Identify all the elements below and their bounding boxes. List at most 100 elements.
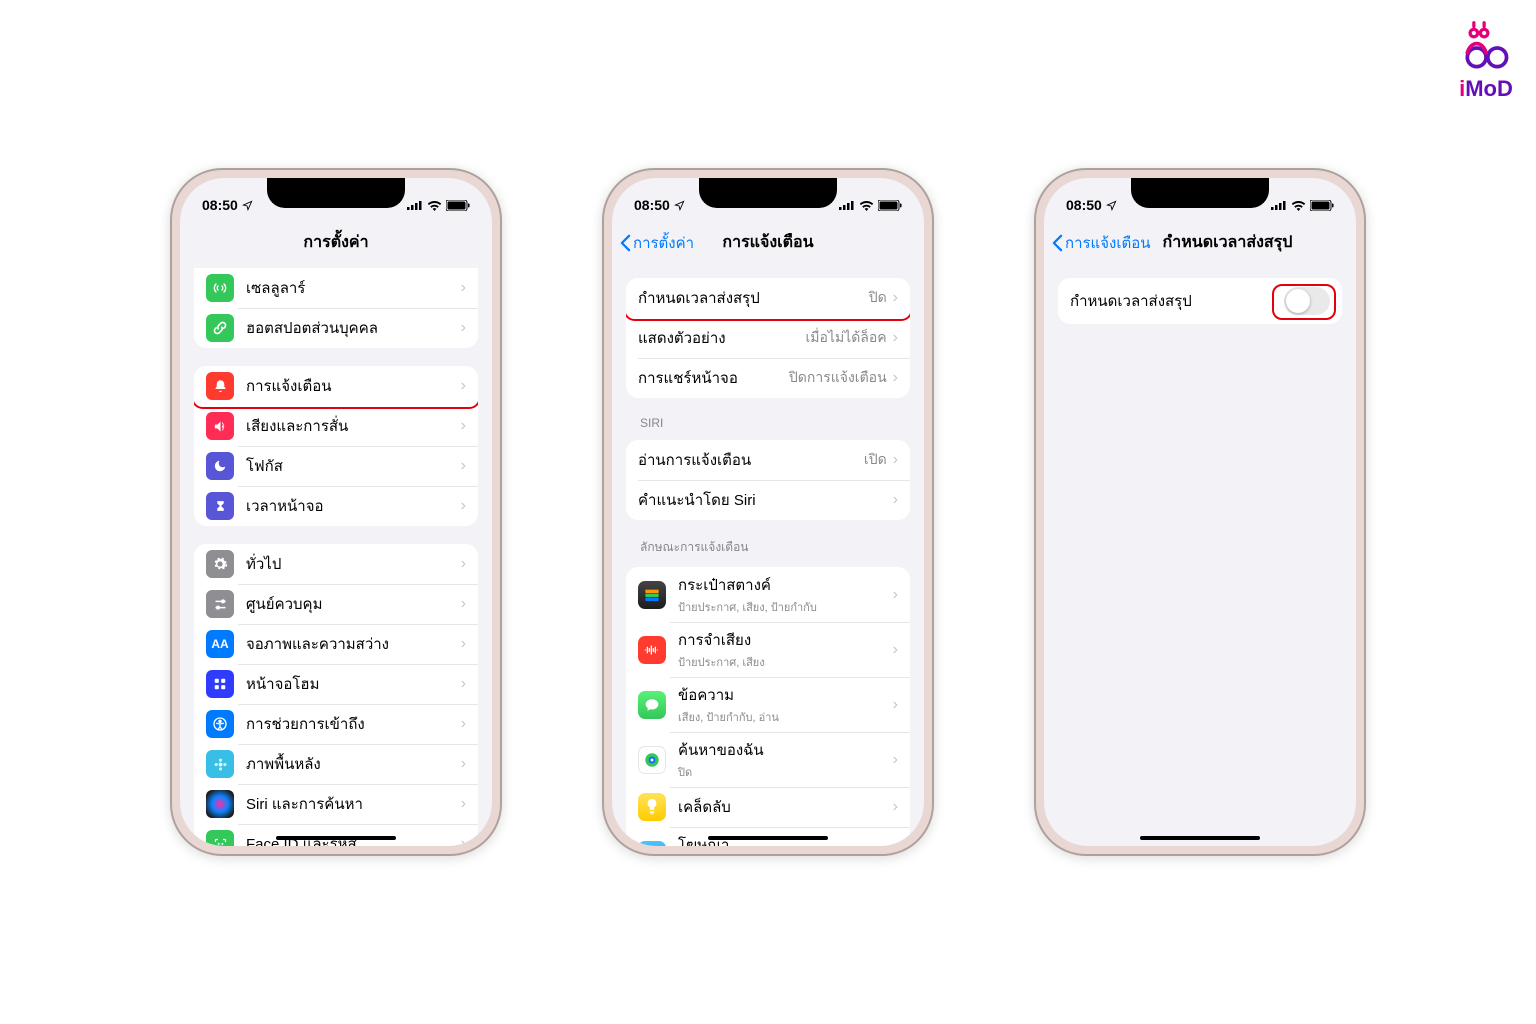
row-general[interactable]: ทั่วไป ›	[194, 544, 478, 584]
chevron-right-icon: ›	[893, 451, 898, 469]
status-right	[1271, 200, 1334, 211]
section-header-style: ลักษณะการแจ้งเตือน	[640, 538, 896, 557]
row-app-voice[interactable]: การจำเสียงป้ายประกาศ, เสียง ›	[626, 622, 910, 677]
chevron-right-icon: ›	[893, 329, 898, 347]
row-notifications[interactable]: การแจ้งเตือน ›	[194, 366, 478, 406]
row-focus[interactable]: โฟกัส ›	[194, 446, 478, 486]
settings-list[interactable]: เซลลูลาร์ › ฮอตสปอตส่วนบุคคล › การแจ้งเต…	[180, 264, 492, 846]
row-label: กำหนดเวลาส่งสรุป	[638, 286, 869, 310]
chevron-right-icon: ›	[461, 319, 466, 337]
row-hotspot[interactable]: ฮอตสปอตส่วนบุคคล ›	[194, 308, 478, 348]
row-label: จอภาพและความสว่าง	[246, 632, 461, 656]
row-label: ฮอตสปอตส่วนบุคคล	[246, 316, 461, 340]
moon-icon	[206, 452, 234, 480]
row-show-preview[interactable]: แสดงตัวอย่าง เมื่อไม่ได้ล็อค ›	[626, 318, 910, 358]
status-time: 08:50	[202, 197, 238, 213]
row-app-findmy[interactable]: ค้นหาของฉันปิด ›	[626, 732, 910, 787]
row-summary-toggle[interactable]: กำหนดเวลาส่งสรุป	[1058, 278, 1342, 324]
location-icon	[1106, 200, 1117, 211]
row-label: เซลลูลาร์	[246, 276, 461, 300]
chevron-right-icon: ›	[893, 369, 898, 387]
row-label: โฟกัส	[246, 454, 461, 478]
wifi-icon	[427, 200, 442, 211]
flower-icon	[206, 750, 234, 778]
row-label: เสียงและการสั่น	[246, 414, 461, 438]
siri-icon	[206, 790, 234, 818]
back-button[interactable]: การตั้งค่า	[620, 231, 694, 255]
row-label: กระเป๋าสตางค์ป้ายประกาศ, เสียง, ป้ายกำกั…	[678, 573, 893, 616]
row-screen-share[interactable]: การแชร์หน้าจอ ปิดการแจ้งเตือน ›	[626, 358, 910, 398]
wifi-icon	[1291, 200, 1306, 211]
nav-bar: การตั้งค่า	[180, 222, 492, 264]
row-label: การจำเสียงป้ายประกาศ, เสียง	[678, 628, 893, 671]
battery-icon	[446, 200, 470, 211]
back-label: การแจ้งเตือน	[1065, 231, 1150, 255]
row-app-tips[interactable]: เคล็ดลับ ›	[626, 787, 910, 827]
row-siri-suggestions[interactable]: คำแนะนำโดย Siri ›	[626, 480, 910, 520]
screen-2: 08:50 การตั้งค่า การแจ้งเตือน	[612, 178, 924, 846]
row-label: ค้นหาของฉันปิด	[678, 738, 893, 781]
row-label: การช่วยการเข้าถึง	[246, 712, 461, 736]
chevron-left-icon	[1052, 234, 1063, 252]
notch	[1131, 178, 1269, 208]
row-announce[interactable]: อ่านการแจ้งเตือน เปิด ›	[626, 440, 910, 480]
findmy-icon	[638, 746, 666, 774]
row-cellular[interactable]: เซลลูลาร์ ›	[194, 268, 478, 308]
section-header-siri: SIRI	[640, 416, 896, 430]
sound-icon	[206, 412, 234, 440]
chevron-right-icon: ›	[461, 555, 466, 573]
home-indicator[interactable]	[708, 836, 828, 840]
row-wallpaper[interactable]: ภาพพื้นหลัง ›	[194, 744, 478, 784]
chevron-right-icon: ›	[461, 279, 466, 297]
screen-1: 08:50 การตั้งค่า เซลลูลาร์ ›	[180, 178, 492, 846]
row-faceid[interactable]: Face ID และรหัส ›	[194, 824, 478, 846]
phone-frame-3: 08:50 การแจ้งเตือน กำหนดเวลาส่งสรุป	[1034, 168, 1366, 856]
row-accessibility[interactable]: การช่วยการเข้าถึง ›	[194, 704, 478, 744]
page-title: กำหนดเวลาส่งสรุป	[1163, 230, 1293, 255]
cellular-icon	[206, 274, 234, 302]
row-app-messages[interactable]: ข้อความเสียง, ป้ายกำกับ, อ่าน ›	[626, 677, 910, 732]
row-value: เปิด	[864, 449, 887, 471]
chevron-left-icon	[620, 234, 631, 252]
row-screentime[interactable]: เวลาหน้าจอ ›	[194, 486, 478, 526]
toggle-switch[interactable]	[1284, 287, 1330, 315]
row-sounds[interactable]: เสียงและการสั่น ›	[194, 406, 478, 446]
row-siri[interactable]: Siri และการค้นหา ›	[194, 784, 478, 824]
chevron-right-icon: ›	[461, 715, 466, 733]
row-label: ศูนย์ควบคุม	[246, 592, 461, 616]
chevron-right-icon: ›	[893, 586, 898, 604]
row-label: ข้อความเสียง, ป้ายกำกับ, อ่าน	[678, 683, 893, 726]
row-label: แสดงตัวอย่าง	[638, 326, 805, 350]
location-icon	[242, 200, 253, 211]
row-label: ทั่วไป	[246, 552, 461, 576]
page-title: การแจ้งเตือน	[722, 230, 813, 255]
row-value: เมื่อไม่ได้ล็อค	[805, 327, 886, 349]
row-label: คำแนะนำโดย Siri	[638, 488, 893, 512]
bulb-icon	[638, 793, 666, 821]
row-display[interactable]: AA จอภาพและความสว่าง ›	[194, 624, 478, 664]
row-app-wallet[interactable]: กระเป๋าสตางค์ป้ายประกาศ, เสียง, ป้ายกำกั…	[626, 567, 910, 622]
gear-icon	[206, 550, 234, 578]
row-label: ภาพพื้นหลัง	[246, 752, 461, 776]
notifications-list[interactable]: กำหนดเวลาส่งสรุป ปิด › แสดงตัวอย่าง เมื่…	[612, 264, 924, 846]
apps-icon	[206, 670, 234, 698]
page-title: การตั้งค่า	[303, 230, 368, 255]
notch	[699, 178, 837, 208]
row-label: เวลาหน้าจอ	[246, 494, 461, 518]
chevron-right-icon: ›	[893, 798, 898, 816]
row-homescreen[interactable]: หน้าจอโฮม ›	[194, 664, 478, 704]
status-right	[839, 200, 902, 211]
signal-icon	[1271, 200, 1287, 210]
back-button[interactable]: การแจ้งเตือน	[1052, 231, 1150, 255]
home-indicator[interactable]	[276, 836, 396, 840]
home-indicator[interactable]	[1140, 836, 1260, 840]
row-summary-schedule[interactable]: กำหนดเวลาส่งสรุป ปิด ›	[626, 278, 910, 318]
battery-icon	[1310, 200, 1334, 211]
sliders-icon	[206, 590, 234, 618]
phone-frame-2: 08:50 การตั้งค่า การแจ้งเตือน	[602, 168, 934, 856]
wallet-icon	[638, 581, 666, 609]
chevron-right-icon: ›	[461, 595, 466, 613]
row-label: เคล็ดลับ	[678, 795, 893, 819]
row-controlcenter[interactable]: ศูนย์ควบคุม ›	[194, 584, 478, 624]
message-icon	[638, 691, 666, 719]
